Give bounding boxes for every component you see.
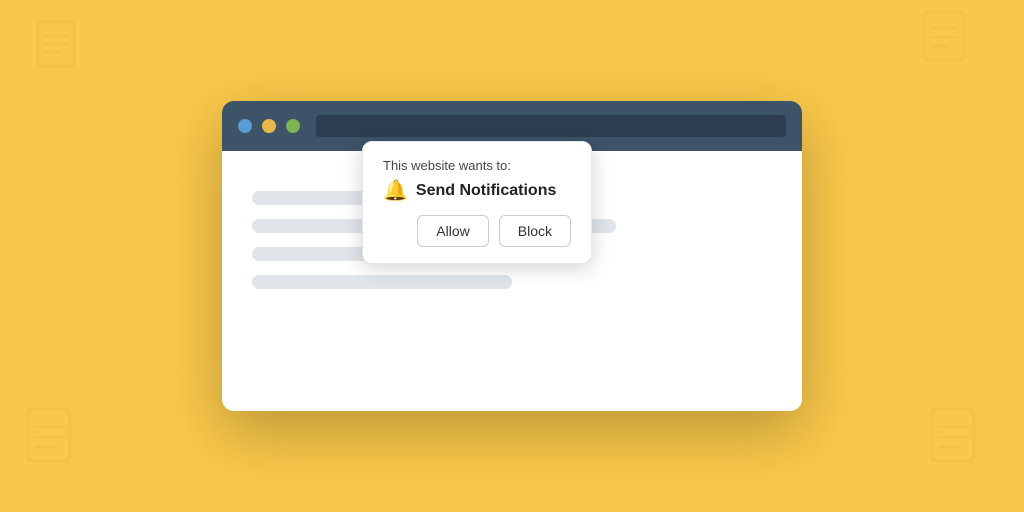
browser-window: This website wants to: 🔔 Send Notificati… (222, 101, 802, 411)
traffic-light-green[interactable] (286, 119, 300, 133)
popup-title: This website wants to: (383, 158, 571, 173)
allow-button[interactable]: Allow (417, 215, 488, 247)
content-line-4 (252, 275, 512, 289)
bg-icon-top-right (914, 10, 984, 85)
block-button[interactable]: Block (499, 215, 571, 247)
notification-text: Send Notifications (416, 182, 556, 200)
popup-notification-row: 🔔 Send Notifications (383, 181, 571, 201)
browser-body: This website wants to: 🔔 Send Notificati… (222, 151, 802, 411)
bg-icon-bottom-left (20, 407, 90, 492)
bell-icon: 🔔 (383, 181, 408, 201)
bg-icon-top-left (30, 20, 90, 95)
notification-popup: This website wants to: 🔔 Send Notificati… (362, 141, 592, 264)
traffic-light-blue[interactable] (238, 119, 252, 133)
traffic-light-yellow[interactable] (262, 119, 276, 133)
address-bar[interactable] (316, 115, 786, 137)
bg-icon-bottom-right (924, 407, 994, 492)
popup-buttons: Allow Block (383, 215, 571, 247)
